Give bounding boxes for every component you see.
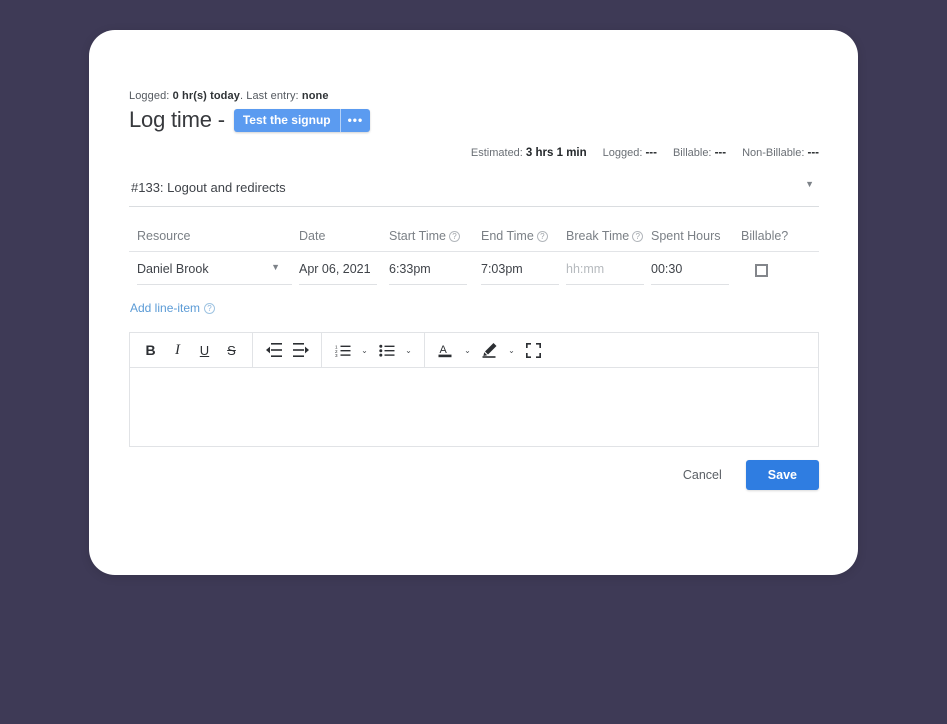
bullet-list-icon[interactable] [373, 337, 400, 364]
line-items-table: Resource Date Start Time ? End Time ? Br… [129, 229, 819, 285]
stat-non-billable-label: Non-Billable: [742, 147, 805, 159]
stat-estimated-label: Estimated: [470, 147, 523, 159]
column-header-date: Date [299, 229, 389, 243]
last-entry-value: none [301, 90, 329, 102]
logged-today-value: 0 hr(s) today [172, 90, 240, 102]
break-time-input[interactable]: hh:mm [566, 262, 644, 285]
text-color-caret-icon[interactable]: ⌄ [459, 337, 476, 364]
cell-billable [741, 262, 811, 277]
toolbar-group-lists: 1 2 3 ⌄ ⌄ [322, 333, 425, 367]
column-header-resource-label: Resource [137, 229, 191, 243]
column-header-resource: Resource [137, 229, 299, 243]
column-header-start-time: Start Time ? [389, 229, 481, 243]
task-badge-label: Test the signup [242, 113, 331, 127]
spent-hours-input-value: 00:30 [651, 262, 683, 276]
cancel-button[interactable]: Cancel [681, 464, 724, 486]
save-button[interactable]: Save [745, 460, 819, 490]
time-stats: Estimated: 3 hrs 1 min Logged: --- Billa… [129, 147, 819, 159]
text-color-icon[interactable]: A [432, 337, 459, 364]
italic-icon[interactable]: I [164, 337, 191, 364]
underline-icon[interactable]: U [191, 337, 218, 364]
start-time-input[interactable]: 6:33pm [389, 262, 467, 285]
column-header-end-time-label: End Time [481, 229, 534, 243]
end-time-input[interactable]: 7:03pm [481, 262, 559, 285]
toolbar-group-indent [253, 333, 322, 367]
indent-icon[interactable] [287, 337, 314, 364]
task-select[interactable]: #133: Logout and redirects ▼ [129, 177, 819, 207]
logged-separator: . Last entry: [239, 90, 299, 102]
stat-billable-value: --- [714, 147, 727, 159]
cell-start-time: 6:33pm [389, 262, 481, 285]
stat-estimated-value: 3 hrs 1 min [525, 147, 587, 159]
bold-icon[interactable]: B [137, 337, 164, 364]
table-row: Daniel Brook ▼ Apr 06, 2021 6:33pm 7:03p… [129, 252, 819, 285]
toolbar-group-color: A ⌄ ⌄ [425, 333, 554, 367]
stat-logged-value: --- [645, 147, 657, 159]
column-header-break-time-label: Break Time [566, 229, 630, 243]
stat-non-billable-value: --- [807, 147, 820, 159]
help-icon[interactable]: ? [204, 302, 216, 314]
dialog-footer: Cancel Save [129, 460, 819, 490]
help-icon[interactable]: ? [632, 230, 644, 242]
date-input[interactable]: Apr 06, 2021 [299, 262, 377, 285]
bullet-list-caret-icon[interactable]: ⌄ [400, 337, 417, 364]
ordered-list-caret-icon[interactable]: ⌄ [356, 337, 373, 364]
toolbar-group-format: B I U S [130, 333, 253, 367]
cell-date: Apr 06, 2021 [299, 262, 389, 285]
page-title: Log time - [129, 107, 225, 132]
column-header-billable-label: Billable? [741, 229, 789, 243]
stat-logged: Logged: --- [603, 147, 657, 159]
stat-estimated: Estimated: 3 hrs 1 min [471, 147, 587, 159]
billable-checkbox[interactable] [755, 264, 768, 277]
svg-text:3: 3 [335, 353, 338, 357]
dialog-title-row: Log time - Test the signup ••• [129, 107, 819, 133]
chevron-down-icon: ▼ [805, 179, 814, 189]
highlight-color-caret-icon[interactable]: ⌄ [503, 337, 520, 364]
chevron-down-icon: ▼ [271, 262, 280, 272]
column-header-spent-hours: Spent Hours [651, 229, 741, 243]
svg-text:A: A [440, 344, 448, 356]
column-header-billable: Billable? [741, 229, 811, 243]
outdent-icon[interactable] [260, 337, 287, 364]
help-icon[interactable]: ? [536, 230, 548, 242]
editor-toolbar: B I U S 1 2 3 ⌄ ⌄ A ⌄ ⌄ [130, 333, 818, 368]
dialog-content: Logged: 0 hr(s) today. Last entry: none … [129, 90, 819, 490]
stat-non-billable: Non-Billable: --- [742, 147, 819, 159]
highlight-color-icon[interactable] [476, 337, 503, 364]
cell-resource: Daniel Brook ▼ [137, 262, 299, 285]
editor-content-area[interactable] [130, 368, 818, 446]
log-time-dialog: Logged: 0 hr(s) today. Last entry: none … [89, 30, 858, 575]
end-time-input-value: 7:03pm [481, 262, 523, 276]
start-time-input-value: 6:33pm [389, 262, 431, 276]
stat-logged-label: Logged: [602, 147, 643, 159]
cell-break-time: hh:mm [566, 262, 651, 285]
logged-summary: Logged: 0 hr(s) today. Last entry: none [129, 90, 819, 102]
table-header-row: Resource Date Start Time ? End Time ? Br… [129, 229, 819, 252]
resource-select-value: Daniel Brook [137, 262, 209, 276]
date-input-value: Apr 06, 2021 [299, 262, 371, 276]
logged-label: Logged: [129, 90, 170, 102]
stat-billable-label: Billable: [672, 147, 712, 159]
task-badge[interactable]: Test the signup ••• [233, 108, 371, 132]
fullscreen-icon[interactable] [520, 337, 547, 364]
resource-select[interactable]: Daniel Brook ▼ [137, 262, 292, 285]
column-header-date-label: Date [299, 229, 326, 243]
task-select-value: #133: Logout and redirects [131, 180, 286, 195]
add-line-item-link[interactable]: Add line-item ? [129, 301, 819, 315]
stat-billable: Billable: --- [673, 147, 726, 159]
task-badge-more-icon[interactable]: ••• [339, 108, 371, 132]
strikethrough-icon[interactable]: S [218, 337, 245, 364]
ordered-list-icon[interactable]: 1 2 3 [329, 337, 356, 364]
description-editor: B I U S 1 2 3 ⌄ ⌄ A ⌄ ⌄ [129, 332, 819, 447]
break-time-input-placeholder: hh:mm [566, 262, 605, 276]
cell-end-time: 7:03pm [481, 262, 566, 285]
column-header-start-time-label: Start Time [389, 229, 446, 243]
spent-hours-input[interactable]: 00:30 [651, 262, 729, 285]
column-header-break-time: Break Time ? [566, 229, 651, 243]
help-icon[interactable]: ? [448, 230, 460, 242]
cell-spent-hours: 00:30 [651, 262, 741, 285]
column-header-spent-hours-label: Spent Hours [651, 229, 721, 243]
add-line-item-label: Add line-item [130, 301, 201, 315]
column-header-end-time: End Time ? [481, 229, 566, 243]
